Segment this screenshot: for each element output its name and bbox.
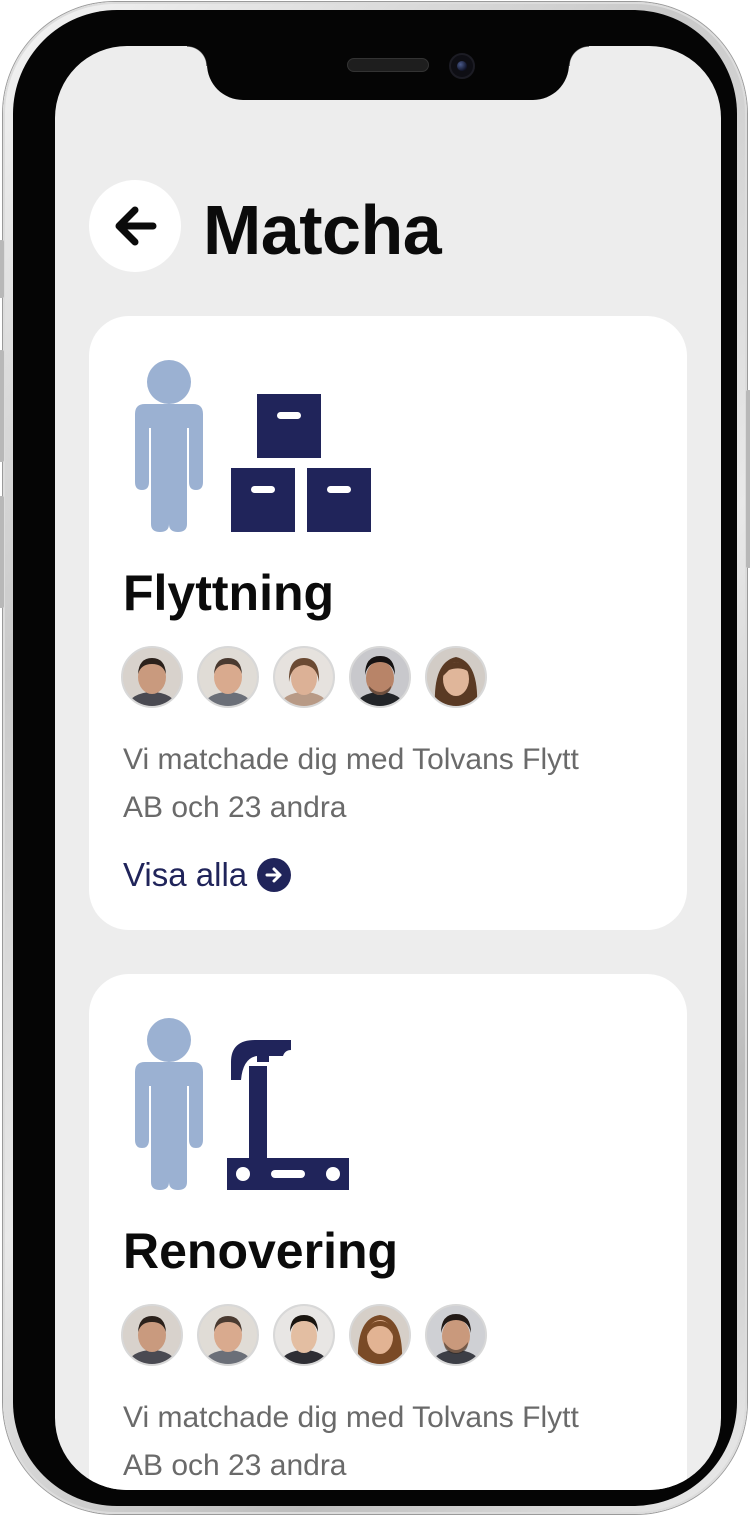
avatar-group — [121, 646, 487, 708]
silent-switch — [0, 240, 4, 298]
phone-bezel: Matcha Flyttning Vi matchade dig med Tol… — [13, 10, 737, 1506]
show-all-link[interactable]: Visa alla — [123, 856, 292, 894]
avatar — [197, 646, 259, 708]
avatar — [425, 646, 487, 708]
card-flyttning[interactable]: Flyttning Vi matchade dig med Tolvans Fl… — [89, 316, 687, 930]
volume-up-button — [0, 350, 4, 462]
show-all-label: Visa alla — [123, 856, 248, 893]
avatar — [197, 1304, 259, 1366]
speaker-grille — [347, 58, 429, 72]
arrow-left-icon — [115, 206, 157, 246]
card-title: Flyttning — [123, 565, 335, 621]
card-title: Renovering — [123, 1223, 399, 1279]
person-with-boxes-icon — [135, 360, 371, 532]
avatar — [273, 646, 335, 708]
volume-down-button — [0, 496, 4, 608]
back-button[interactable] — [89, 180, 181, 272]
avatar — [349, 646, 411, 708]
avatar — [273, 1304, 335, 1366]
card-renovering[interactable]: Renovering Vi matchade dig med Tolvans F… — [89, 974, 687, 1490]
avatar — [425, 1304, 487, 1366]
page-title: Matcha — [203, 191, 442, 269]
card-description: Vi matchade dig med Tolvans Flytt AB och… — [123, 743, 579, 824]
avatar — [349, 1304, 411, 1366]
avatar — [121, 646, 183, 708]
power-button — [746, 390, 750, 568]
card-description: Vi matchade dig med Tolvans Flytt AB och… — [123, 1401, 579, 1482]
front-camera — [449, 53, 475, 79]
page-header: Matcha — [55, 180, 721, 274]
arrow-right-circle-icon — [257, 858, 292, 892]
avatar — [121, 1304, 183, 1366]
app-screen: Matcha Flyttning Vi matchade dig med Tol… — [55, 46, 721, 1490]
phone-frame: Matcha Flyttning Vi matchade dig med Tol… — [0, 2, 750, 1514]
notch — [187, 46, 589, 100]
avatar-group — [121, 1304, 487, 1366]
person-with-hammer-icon — [135, 1018, 349, 1190]
